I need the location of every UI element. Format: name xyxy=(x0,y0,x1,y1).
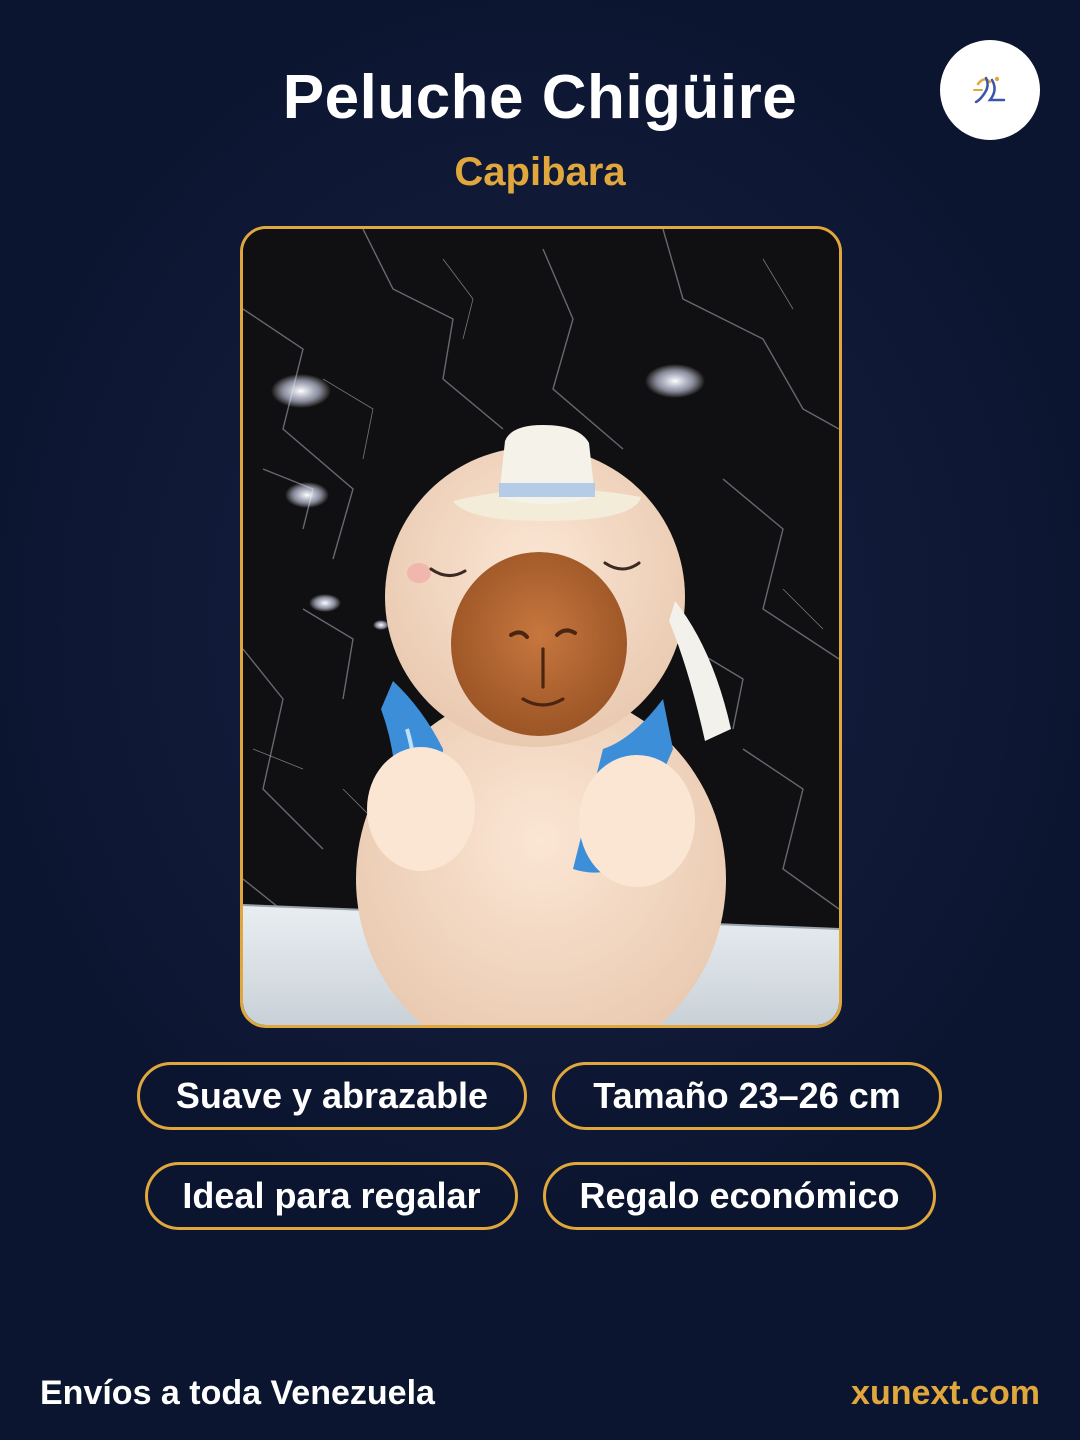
page-subtitle: Capibara xyxy=(454,150,626,194)
website-link[interactable]: xunext.com xyxy=(851,1374,1040,1413)
capybara-plush-photo xyxy=(243,229,839,1025)
feature-pill-soft: Suave y abrazable xyxy=(137,1062,527,1130)
page-title: Peluche Chigüire xyxy=(282,63,798,132)
feature-pill-gift: Ideal para regalar xyxy=(145,1162,518,1230)
feature-pill-affordable: Regalo económico xyxy=(543,1162,936,1230)
product-photo xyxy=(240,226,842,1028)
brand-logo[interactable] xyxy=(940,40,1040,140)
feature-pill-size: Tamaño 23–26 cm xyxy=(552,1062,942,1130)
shipping-note: Envíos a toda Venezuela xyxy=(40,1374,435,1412)
brand-logo-icon xyxy=(973,76,1006,104)
